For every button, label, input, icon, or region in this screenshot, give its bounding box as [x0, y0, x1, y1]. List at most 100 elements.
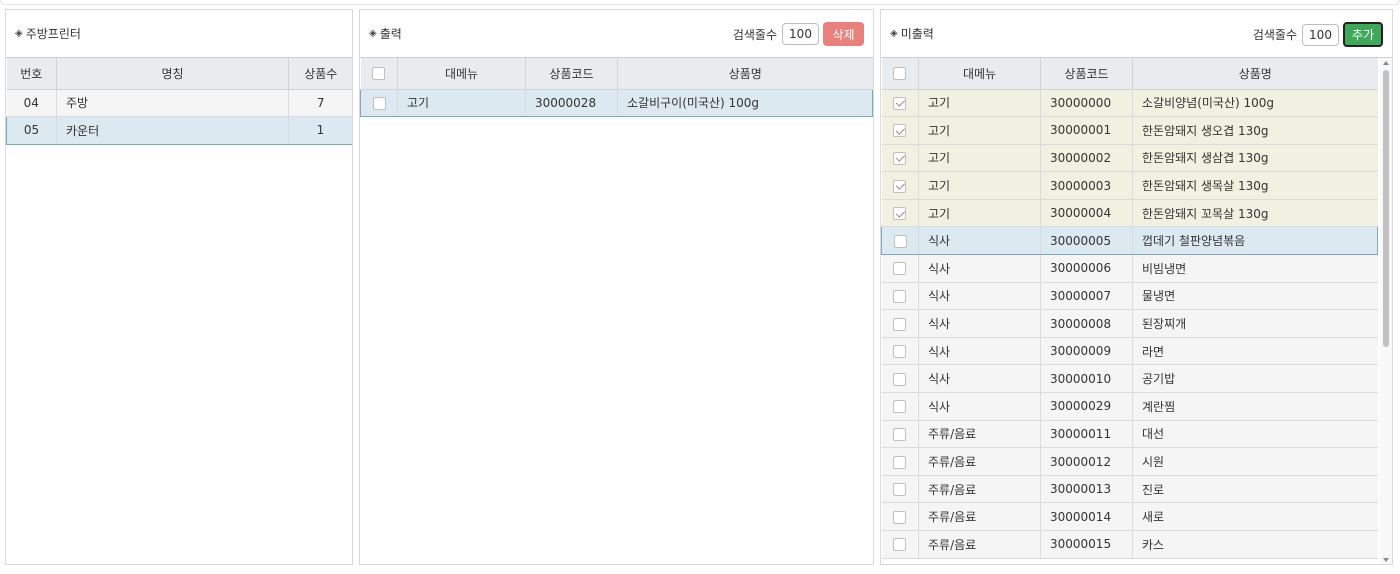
row-checkbox[interactable]: [893, 124, 907, 138]
row-check-cell: [881, 337, 919, 366]
row-check-cell: [881, 392, 919, 421]
col-header-number[interactable]: 번호: [6, 58, 57, 90]
printer-row[interactable]: 04 주방 7: [6, 89, 352, 118]
product-code: 30000014: [1040, 502, 1133, 531]
row-check-cell: [881, 364, 919, 394]
scrollbar-thumb[interactable]: [1383, 70, 1389, 347]
non-output-row[interactable]: 주류/음료 30000014 새로: [881, 502, 1378, 531]
non-output-row[interactable]: 주류/음료 30000011 대선: [881, 420, 1378, 449]
product-code: 30000005: [1040, 226, 1133, 256]
product-code: 30000000: [1040, 89, 1133, 118]
row-checkbox[interactable]: [893, 151, 907, 165]
printer-number: 05: [6, 116, 57, 145]
printer-row-selected[interactable]: 05 카운터 1: [6, 116, 352, 145]
non-output-row[interactable]: 식사 30000009 라면: [881, 337, 1378, 366]
search-rows-input[interactable]: [1302, 23, 1339, 46]
non-output-row[interactable]: 식사 30000008 된장찌개: [881, 309, 1378, 338]
output-controls: 검색줄수 삭제: [733, 22, 864, 46]
non-output-row[interactable]: 식사 30000010 공기밥: [881, 364, 1378, 394]
row-checkbox[interactable]: [893, 345, 907, 359]
non-output-row[interactable]: 고기 30000004 한돈암돼지 꼬목살 130g: [881, 199, 1378, 228]
col-header-count[interactable]: 상품수: [288, 58, 352, 90]
scroll-arrow-down-icon[interactable]: [1383, 558, 1389, 562]
product-name: 진로: [1132, 475, 1378, 504]
col-header-product[interactable]: 상품명: [617, 58, 873, 90]
vertical-scrollbar[interactable]: [1380, 58, 1392, 564]
product-code: 30000012: [1040, 447, 1133, 476]
row-checkbox[interactable]: [893, 427, 907, 441]
non-output-row[interactable]: 식사 30000005 껍데기 철판양념볶음: [881, 226, 1378, 256]
product-name: 소갈비양념(미국산) 100g: [1132, 89, 1378, 118]
row-checkbox[interactable]: [893, 400, 907, 414]
non-output-row[interactable]: 고기 30000003 한돈암돼지 생목살 130g: [881, 171, 1378, 200]
non-output-row[interactable]: 주류/음료 30000012 시원: [881, 447, 1378, 476]
product-code: 30000001: [1040, 116, 1133, 145]
menu-category: 식사: [918, 254, 1041, 283]
row-checkbox[interactable]: [893, 234, 907, 248]
row-checkbox[interactable]: [372, 96, 386, 110]
row-checkbox[interactable]: [893, 96, 907, 110]
row-checkbox[interactable]: [893, 179, 907, 193]
add-button[interactable]: 추가: [1343, 22, 1383, 47]
product-name: 한돈암돼지 생오겹 130g: [1132, 116, 1378, 145]
select-all-checkbox[interactable]: [372, 67, 386, 81]
row-check-cell: [881, 254, 919, 283]
col-header-menu[interactable]: 대메뉴: [918, 58, 1041, 90]
menu-category: 주류/음료: [918, 530, 1041, 559]
row-checkbox[interactable]: [893, 207, 907, 221]
search-rows-input[interactable]: [782, 23, 819, 45]
row-checkbox[interactable]: [893, 455, 907, 469]
product-code: 30000007: [1040, 282, 1133, 311]
col-header-name[interactable]: 명칭: [56, 58, 289, 90]
output-table: 대메뉴 상품코드 상품명 고기 30000028 소갈비구이(미국산) 100g: [360, 58, 873, 118]
select-all-checkbox[interactable]: [893, 67, 907, 81]
row-checkbox[interactable]: [893, 510, 907, 524]
menu-category: 고기: [397, 88, 526, 118]
col-header-menu[interactable]: 대메뉴: [397, 58, 526, 90]
select-all-cell: [360, 58, 398, 90]
row-checkbox[interactable]: [893, 317, 907, 331]
output-row[interactable]: 고기 30000028 소갈비구이(미국산) 100g: [360, 88, 873, 118]
menu-category: 고기: [918, 144, 1041, 173]
product-name: 물냉면: [1132, 282, 1378, 311]
col-header-code[interactable]: 상품코드: [525, 58, 618, 90]
row-check-cell: [881, 475, 919, 504]
non-output-row[interactable]: 식사 30000029 계란찜: [881, 392, 1378, 421]
non-output-row[interactable]: 식사 30000007 물냉면: [881, 282, 1378, 311]
menu-category: 주류/음료: [918, 420, 1041, 449]
row-checkbox[interactable]: [893, 289, 907, 303]
product-name: 라면: [1132, 337, 1378, 366]
row-check-cell: [881, 282, 919, 311]
non-output-row[interactable]: 고기 30000000 소갈비양념(미국산) 100g: [881, 89, 1378, 118]
non-output-scroll-area[interactable]: 대메뉴 상품코드 상품명 고기 30000000 소갈비양념(미국산) 100g 고기…: [881, 58, 1392, 564]
row-check-cell: [881, 226, 919, 256]
product-name: 새로: [1132, 502, 1378, 531]
product-name: 한돈암돼지 생삼겹 130g: [1132, 144, 1378, 173]
product-code: 30000028: [525, 88, 618, 118]
row-checkbox[interactable]: [893, 262, 907, 276]
non-output-row[interactable]: 주류/음료 30000013 진로: [881, 475, 1378, 504]
non-output-table-header: 대메뉴 상품코드 상품명: [881, 58, 1378, 90]
col-header-product[interactable]: 상품명: [1132, 58, 1378, 90]
row-checkbox[interactable]: [893, 483, 907, 497]
product-code: 30000006: [1040, 254, 1133, 283]
non-output-header: ◈ 미출력 검색줄수 추가: [881, 10, 1392, 58]
non-output-row[interactable]: 식사 30000006 비빔냉면: [881, 254, 1378, 283]
row-checkbox[interactable]: [893, 538, 907, 552]
product-code: 30000002: [1040, 144, 1133, 173]
delete-button[interactable]: 삭제: [823, 22, 864, 46]
non-output-controls: 검색줄수 추가: [1253, 22, 1383, 47]
kitchen-printer-panel: ◈ 주방프린터 번호 명칭 상품수 04 주방 7 05 카운터 1: [5, 9, 353, 565]
menu-category: 고기: [918, 199, 1041, 228]
non-output-row[interactable]: 고기 30000002 한돈암돼지 생삼겹 130g: [881, 144, 1378, 173]
non-output-row[interactable]: 고기 30000001 한돈암돼지 생오겹 130g: [881, 116, 1378, 145]
col-header-code[interactable]: 상품코드: [1040, 58, 1133, 90]
printer-table: 번호 명칭 상품수 04 주방 7 05 카운터 1: [6, 58, 352, 145]
non-output-row[interactable]: 주류/음료 30000015 카스: [881, 530, 1378, 559]
row-checkbox[interactable]: [893, 372, 907, 386]
scroll-arrow-up-icon[interactable]: [1383, 61, 1389, 65]
non-output-table: 대메뉴 상품코드 상품명 고기 30000000 소갈비양념(미국산) 100g 고기…: [881, 58, 1378, 559]
product-name: 공기밥: [1132, 364, 1378, 394]
product-code: 30000029: [1040, 392, 1133, 421]
top-toolbar-edge: [0, 0, 1400, 5]
